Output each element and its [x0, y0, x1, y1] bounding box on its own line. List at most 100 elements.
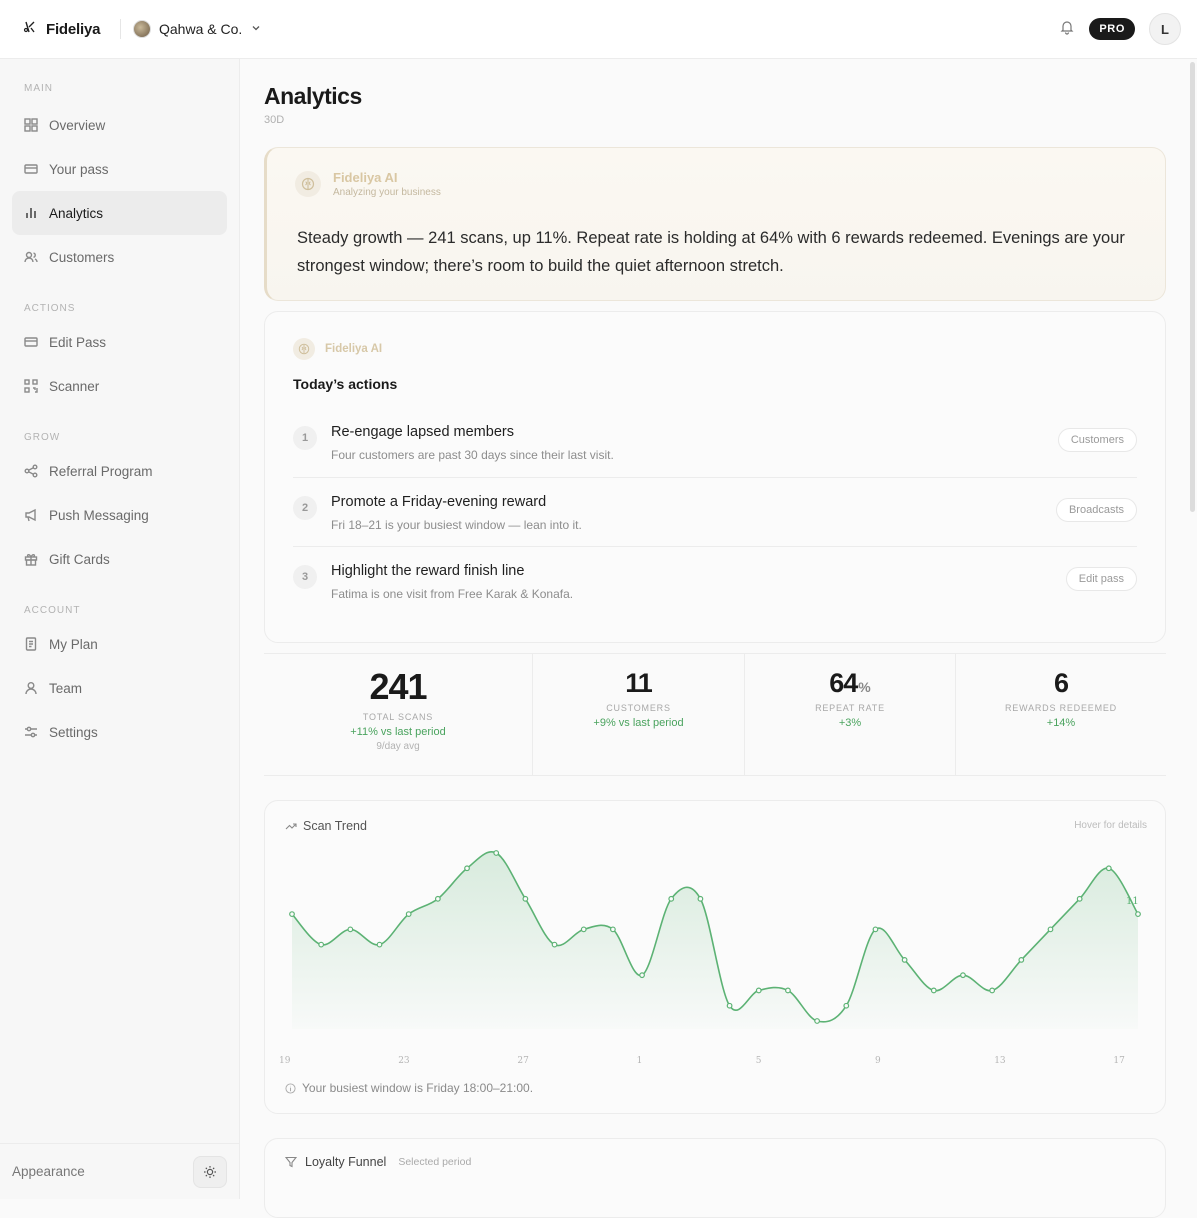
- brain-icon: [293, 338, 315, 360]
- sidebar-item-analytics[interactable]: Analytics: [12, 191, 227, 235]
- sidebar-item-edit-pass[interactable]: Edit Pass: [12, 320, 227, 364]
- trend-point[interactable]: [347, 926, 354, 933]
- theme-toggle-button[interactable]: [193, 1156, 227, 1188]
- kpi-label: REWARDS REDEEMED: [1005, 703, 1117, 713]
- action-item: 3 Highlight the reward finish line Fatim…: [293, 547, 1137, 617]
- trend-point[interactable]: [668, 895, 675, 902]
- org-switcher[interactable]: Qahwa & Co.: [133, 20, 262, 38]
- kpi-label: TOTAL SCANS: [362, 712, 434, 722]
- qr-icon: [24, 379, 38, 393]
- trend-last-value: 11: [1126, 896, 1139, 907]
- share-icon: [24, 464, 38, 478]
- card-icon: [24, 164, 38, 174]
- x-tick-label: 9: [875, 1056, 881, 1066]
- trend-footer: Your busiest window is Friday 18:00–21:0…: [285, 1081, 533, 1095]
- trend-point[interactable]: [697, 895, 704, 902]
- scan-trend-chart[interactable]: 11 19 23 27 1 5 9 13 17: [265, 801, 1167, 1115]
- bell-icon[interactable]: [1059, 19, 1075, 40]
- trend-point[interactable]: [551, 941, 558, 948]
- user-avatar[interactable]: L: [1149, 13, 1181, 45]
- trend-point[interactable]: [785, 987, 791, 994]
- kpi-delta: +9% vs last period: [593, 717, 684, 729]
- divider: [120, 19, 121, 39]
- funnel-subtitle: Selected period: [398, 1156, 472, 1168]
- sidebar-item-label: Analytics: [49, 205, 104, 221]
- top-bar: Fideliya Qahwa & Co. PRO L: [0, 0, 1197, 59]
- trend-point[interactable]: [405, 911, 412, 917]
- sidebar: MAIN Overview Your pass Analytics Custom…: [0, 59, 240, 1199]
- kpi-value: 64: [829, 668, 858, 698]
- receipt-icon: [25, 637, 37, 651]
- brand[interactable]: Fideliya: [0, 19, 120, 40]
- kpi-customers: 11 CUSTOMERS +9% vs last period: [533, 654, 745, 775]
- trend-point[interactable]: [1105, 865, 1112, 872]
- trend-point[interactable]: [843, 1002, 850, 1009]
- trend-point[interactable]: [464, 865, 470, 872]
- trend-point[interactable]: [609, 926, 616, 933]
- sidebar-item-settings[interactable]: Settings: [12, 710, 227, 754]
- trend-point[interactable]: [1018, 957, 1025, 963]
- action-number: 2: [293, 495, 317, 520]
- sidebar-item-gift-cards[interactable]: Gift Cards: [12, 537, 227, 581]
- sidebar-item-my-plan[interactable]: My Plan: [12, 622, 227, 666]
- actions-title: Today’s actions: [293, 376, 398, 392]
- info-icon: [285, 1082, 296, 1094]
- grid-icon: [24, 118, 38, 132]
- trend-point[interactable]: [930, 987, 937, 994]
- kpi-value: 11: [625, 668, 653, 698]
- sidebar-item-label: Your pass: [49, 161, 109, 177]
- trend-point[interactable]: [289, 911, 295, 917]
- trend-point[interactable]: [639, 972, 645, 979]
- trend-point[interactable]: [434, 895, 441, 902]
- trend-point[interactable]: [755, 987, 762, 994]
- trend-point[interactable]: [872, 926, 879, 933]
- action-link-button[interactable]: Customers: [1057, 428, 1137, 452]
- org-avatar: [133, 20, 151, 38]
- trend-title: Scan Trend: [303, 819, 367, 833]
- action-number: 3: [293, 565, 317, 589]
- action-desc: Fatima is one visit from Free Karak & Ko…: [331, 587, 574, 601]
- kpi-label: REPEAT RATE: [815, 703, 885, 713]
- section-label-main: MAIN: [24, 83, 53, 94]
- ai-summary-card: Fideliya AI Analyzing your business Stea…: [264, 147, 1166, 301]
- trend-point[interactable]: [376, 941, 383, 948]
- filter-icon: [285, 1156, 297, 1168]
- sidebar-item-your-pass[interactable]: Your pass: [12, 147, 227, 191]
- trend-point[interactable]: [1047, 926, 1054, 933]
- kpi-delta: +14%: [1046, 717, 1076, 729]
- trend-point[interactable]: [580, 926, 587, 933]
- user-icon: [25, 682, 37, 695]
- sidebar-item-scanner[interactable]: Scanner: [12, 364, 227, 408]
- kpi-avg: 9/day avg: [376, 741, 420, 752]
- action-link-button[interactable]: Edit pass: [1065, 567, 1137, 591]
- plan-badge[interactable]: PRO: [1089, 18, 1135, 40]
- sidebar-item-label: Edit Pass: [49, 334, 107, 350]
- trend-point[interactable]: [814, 1018, 821, 1024]
- trend-point[interactable]: [1076, 895, 1083, 902]
- period-label[interactable]: 30D: [264, 114, 284, 126]
- action-desc: Fri 18–21 is your busiest window — lean …: [331, 517, 582, 532]
- bar-chart-icon: [26, 208, 36, 218]
- scan-trend-card: 11 19 23 27 1 5 9 13 17 Scan Trend Hover for det…: [264, 800, 1166, 1114]
- trend-point[interactable]: [318, 941, 325, 948]
- trend-point[interactable]: [1135, 911, 1141, 917]
- sidebar-item-customers[interactable]: Customers: [12, 235, 227, 279]
- trend-point[interactable]: [989, 987, 996, 994]
- trend-point[interactable]: [960, 972, 966, 979]
- action-link-button[interactable]: Broadcasts: [1055, 497, 1137, 522]
- trend-point[interactable]: [901, 957, 908, 963]
- page-title: Analytics: [264, 83, 362, 109]
- loyalty-funnel-card: Loyalty Funnel Selected period: [264, 1138, 1166, 1218]
- action-item: 2 Promote a Friday-evening reward Fri 18…: [293, 478, 1137, 547]
- sidebar-item-referral-program[interactable]: Referral Program: [12, 449, 227, 493]
- scrollbar[interactable]: [1190, 62, 1195, 512]
- sidebar-item-label: Gift Cards: [49, 551, 110, 567]
- sidebar-item-overview[interactable]: Overview: [12, 103, 227, 147]
- sidebar-item-team[interactable]: Team: [12, 666, 227, 710]
- trend-point[interactable]: [493, 850, 500, 856]
- sidebar-item-push-messaging[interactable]: Push Messaging: [12, 493, 227, 537]
- sidebar-item-label: Settings: [49, 724, 98, 740]
- x-tick-label: 17: [1113, 1056, 1125, 1066]
- trend-point[interactable]: [726, 1002, 733, 1009]
- trend-point[interactable]: [522, 895, 529, 902]
